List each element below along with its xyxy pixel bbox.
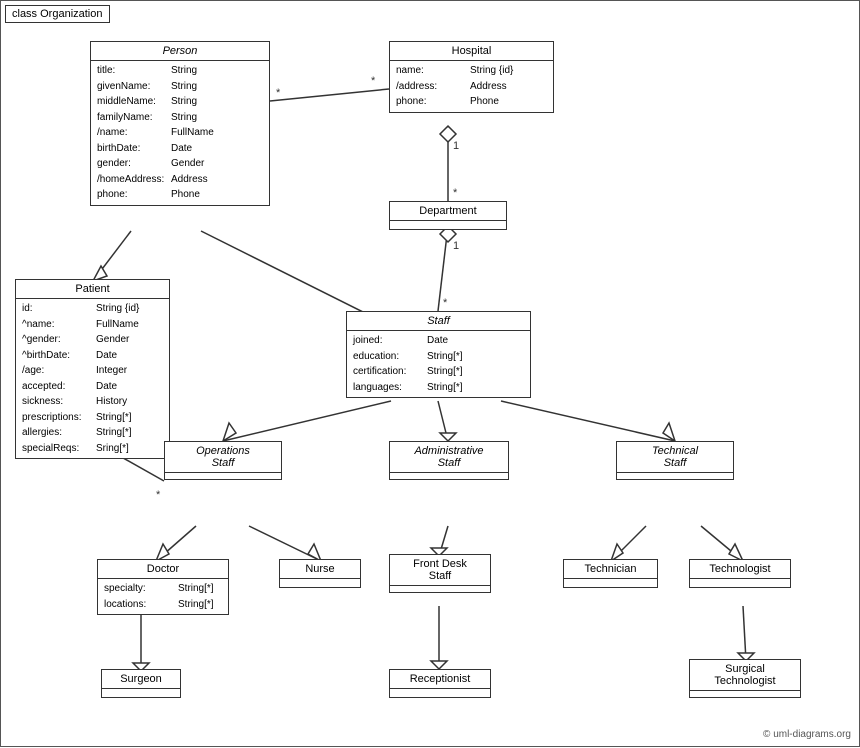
class-staff-body: joined:Date education:String[*] certific… <box>347 331 530 397</box>
svg-text:*: * <box>371 75 376 87</box>
class-doctor: Doctor specialty:String[*] locations:Str… <box>97 559 229 615</box>
class-front-desk-staff-header: Front Desk Staff <box>390 555 490 586</box>
class-administrative-staff-body <box>390 473 508 479</box>
svg-text:1: 1 <box>453 140 459 152</box>
diagram-label: class Organization <box>5 5 110 23</box>
class-technologist-body <box>690 579 790 587</box>
class-technician: Technician <box>563 559 658 588</box>
class-person: Person title:String givenName:String mid… <box>90 41 270 206</box>
class-technical-staff-body <box>617 473 733 479</box>
class-doctor-header: Doctor <box>98 560 228 579</box>
class-surgical-technologist: Surgical Technologist <box>689 659 801 698</box>
class-administrative-staff-header: Administrative Staff <box>390 442 508 473</box>
class-technologist-header: Technologist <box>690 560 790 579</box>
class-staff-header: Staff <box>347 312 530 331</box>
class-front-desk-staff: Front Desk Staff <box>389 554 491 593</box>
class-surgeon-header: Surgeon <box>102 670 180 689</box>
class-nurse-body <box>280 579 360 587</box>
class-receptionist-body <box>390 689 490 697</box>
class-surgeon-body <box>102 689 180 697</box>
uml-diagram: class Organization * * 1 * 1 * * * <box>0 0 860 747</box>
class-operations-staff-header: Operations Staff <box>165 442 281 473</box>
class-technical-staff: Technical Staff <box>616 441 734 480</box>
svg-text:1: 1 <box>453 240 459 252</box>
class-technician-body <box>564 579 657 587</box>
class-technologist: Technologist <box>689 559 791 588</box>
class-department-body <box>390 221 506 229</box>
class-administrative-staff: Administrative Staff <box>389 441 509 480</box>
class-hospital-header: Hospital <box>390 42 553 61</box>
class-department: Department <box>389 201 507 230</box>
class-surgical-technologist-header: Surgical Technologist <box>690 660 800 691</box>
svg-text:*: * <box>443 297 448 309</box>
class-doctor-body: specialty:String[*] locations:String[*] <box>98 579 228 614</box>
class-hospital-body: name:String {id} /address:Address phone:… <box>390 61 553 112</box>
class-person-header: Person <box>91 42 269 61</box>
class-nurse-header: Nurse <box>280 560 360 579</box>
class-staff: Staff joined:Date education:String[*] ce… <box>346 311 531 398</box>
class-patient: Patient id:String {id} ^name:FullName ^g… <box>15 279 170 459</box>
class-patient-body: id:String {id} ^name:FullName ^gender:Ge… <box>16 299 169 458</box>
class-technician-header: Technician <box>564 560 657 579</box>
class-front-desk-staff-body <box>390 586 490 592</box>
class-surgical-technologist-body <box>690 691 800 697</box>
svg-text:*: * <box>453 187 458 199</box>
class-operations-staff: Operations Staff <box>164 441 282 480</box>
svg-text:*: * <box>276 87 281 99</box>
class-department-header: Department <box>390 202 506 221</box>
copyright-text: © uml-diagrams.org <box>763 729 851 740</box>
class-nurse: Nurse <box>279 559 361 588</box>
svg-text:*: * <box>156 489 161 501</box>
class-receptionist-header: Receptionist <box>390 670 490 689</box>
class-person-body: title:String givenName:String middleName… <box>91 61 269 205</box>
class-patient-header: Patient <box>16 280 169 299</box>
class-operations-staff-body <box>165 473 281 479</box>
class-hospital: Hospital name:String {id} /address:Addre… <box>389 41 554 113</box>
class-technical-staff-header: Technical Staff <box>617 442 733 473</box>
class-surgeon: Surgeon <box>101 669 181 698</box>
class-receptionist: Receptionist <box>389 669 491 698</box>
